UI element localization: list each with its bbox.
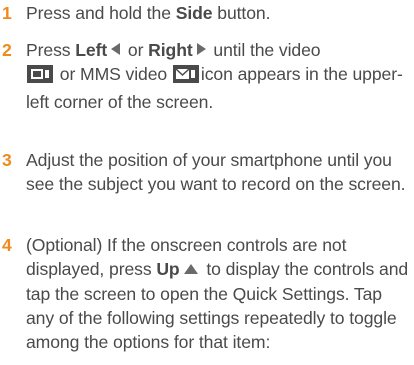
step-1: 1 Press and hold the Side button. bbox=[0, 1, 410, 25]
video-mode-icon bbox=[27, 65, 53, 89]
up-arrow-icon bbox=[183, 264, 198, 275]
step-3: 3 Adjust the position of your smartphone… bbox=[0, 148, 410, 197]
step-text: Press Left or Right until the video or M… bbox=[26, 40, 403, 112]
left-key-label: Left bbox=[75, 40, 108, 60]
step-number: 1 bbox=[2, 3, 12, 23]
step-text: Adjust the position of your smartphone u… bbox=[26, 150, 406, 195]
side-button-label: Side bbox=[175, 3, 213, 23]
left-arrow-icon bbox=[111, 43, 121, 55]
step-number: 4 bbox=[2, 235, 12, 255]
step-number: 2 bbox=[2, 40, 12, 60]
up-key-label: Up bbox=[156, 259, 180, 280]
step-text: Press and hold the Side button. bbox=[26, 3, 271, 23]
mms-video-mode-icon bbox=[172, 65, 199, 89]
instruction-steps: 1 Press and hold the Side button. 2 Pres… bbox=[0, 0, 414, 365]
right-key-label: Right bbox=[148, 40, 193, 60]
step-4: 4 (Optional) If the onscreen controls ar… bbox=[0, 233, 410, 354]
step-2: 2 Press Left or Right until the video or… bbox=[0, 38, 410, 114]
step-text: (Optional) If the onscreen controls are … bbox=[26, 235, 409, 353]
right-arrow-icon bbox=[196, 43, 206, 55]
step-number: 3 bbox=[2, 150, 12, 170]
